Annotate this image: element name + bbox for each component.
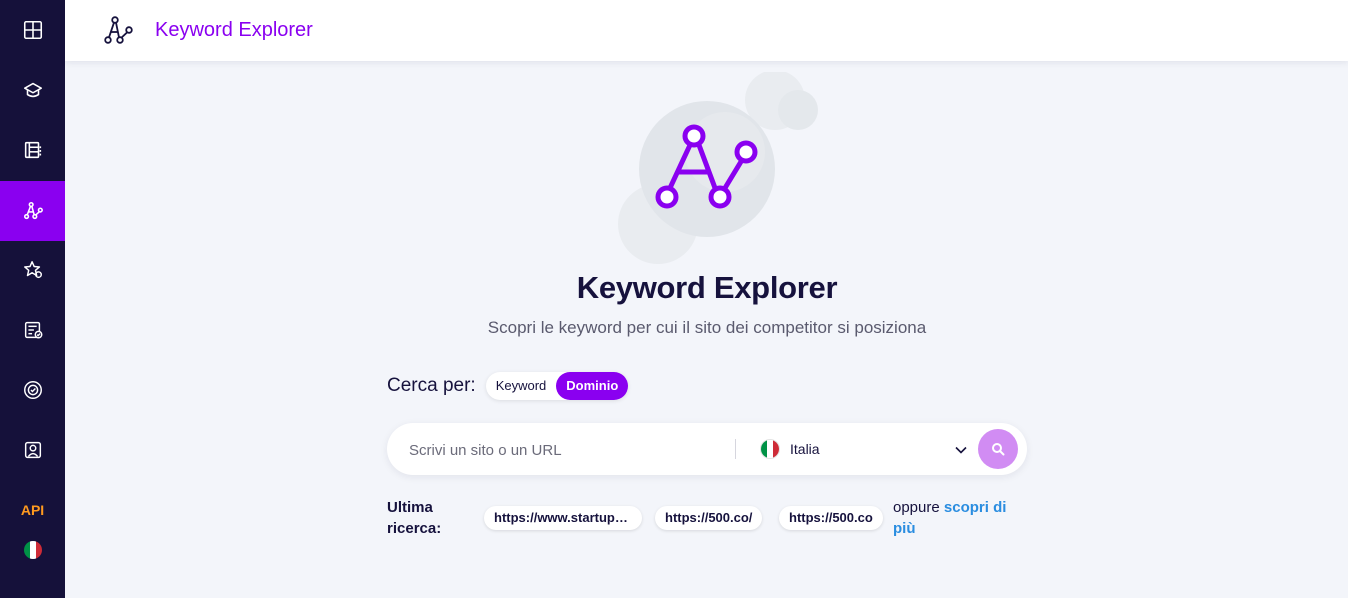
page-title: Keyword Explorer xyxy=(576,270,838,305)
country-name: Italia xyxy=(790,441,820,457)
last-search-chip[interactable]: https://500.co/ xyxy=(655,506,763,530)
keyword-explorer-illustration-icon xyxy=(618,70,818,264)
report-icon xyxy=(24,141,41,159)
learn-more-line1: scopri di xyxy=(943,499,1007,516)
page-subtitle: Scopri le keyword per cui il sito dei co… xyxy=(487,318,927,337)
language-flag-icon[interactable] xyxy=(24,541,42,559)
search-type-row: Cerca per: Keyword Dominio xyxy=(387,371,629,401)
keyword-explorer-icon xyxy=(23,201,43,220)
sidebar-item-dashboard[interactable] xyxy=(0,0,65,60)
target-icon xyxy=(23,381,42,399)
search-icon xyxy=(992,443,1005,456)
last-searches-label: Ultima ricerca: xyxy=(387,497,441,539)
last-search-chip[interactable]: https://500.co xyxy=(779,506,883,530)
search-button[interactable] xyxy=(978,429,1018,469)
sidebar-item-projects[interactable] xyxy=(0,60,65,120)
last-searches-label-line1: Ultima xyxy=(387,499,433,516)
last-searches: Ultima ricerca: https://www.startup… htt… xyxy=(387,497,1027,541)
learn-more-text: oppure scopri di più xyxy=(893,497,1023,539)
sidebar-item-audit[interactable] xyxy=(0,360,65,420)
keyword-explorer-logo-icon xyxy=(104,15,133,44)
search-type-dominio[interactable]: Dominio xyxy=(556,372,629,400)
search-type-keyword[interactable]: Keyword xyxy=(486,372,557,400)
or-text: oppure xyxy=(893,499,940,516)
search-divider xyxy=(735,439,736,459)
sidebar-item-reports[interactable] xyxy=(0,120,65,180)
top-bar: Keyword Explorer xyxy=(65,0,1348,61)
country-select[interactable]: Italia xyxy=(760,437,970,461)
hero-illustration xyxy=(610,70,830,272)
user-frame-icon xyxy=(24,441,41,459)
last-searches-label-line2: ricerca: xyxy=(387,520,442,537)
italy-flag-icon xyxy=(760,439,780,459)
sidebar-item-user[interactable] xyxy=(0,420,65,480)
sidebar-item-keyword-explorer[interactable] xyxy=(0,181,65,241)
api-link[interactable]: API xyxy=(0,498,65,522)
chevron-down-icon xyxy=(955,446,967,454)
grid-icon xyxy=(23,20,42,40)
layers-icon xyxy=(23,82,42,98)
app-title: Keyword Explorer xyxy=(155,19,313,41)
search-bar: Italia xyxy=(387,423,1027,475)
search-type-label: Cerca per: xyxy=(387,375,476,396)
search-input[interactable] xyxy=(407,437,731,463)
last-search-chip[interactable]: https://www.startup… xyxy=(484,506,642,530)
learn-more-line2: più xyxy=(893,520,916,537)
search-type-toggle: Keyword Dominio xyxy=(485,372,629,400)
